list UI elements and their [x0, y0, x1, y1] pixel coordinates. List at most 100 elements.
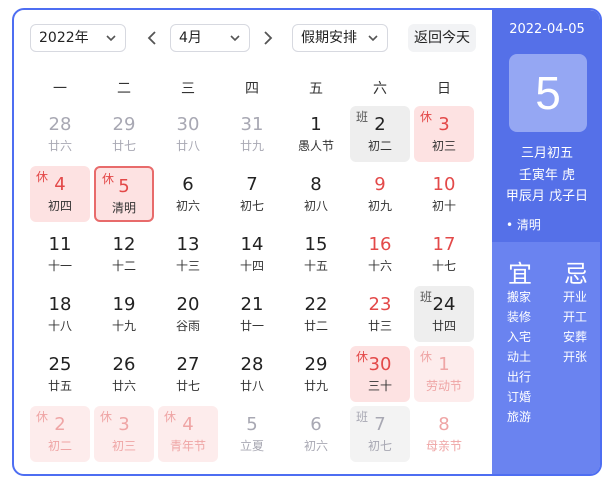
day-cell[interactable]: 14 十四 — [222, 226, 282, 282]
lunar-label: 初二 — [47, 439, 72, 453]
weekday-header: 一 二 三 四 五 六 日 — [30, 78, 482, 100]
day-cell[interactable]: 13 十三 — [158, 226, 218, 282]
day-cell[interactable]: 19 十九 — [94, 286, 154, 342]
lunar-label: 初七 — [367, 439, 392, 453]
day-cell[interactable]: 22 廿二 — [286, 286, 346, 342]
day-number: 2 — [374, 114, 386, 135]
day-number: 20 — [176, 294, 200, 315]
back-to-today-button[interactable]: 返回今天 — [408, 24, 476, 52]
day-cell[interactable]: 休 4 青年节 — [158, 406, 218, 462]
lunar-label: 青年节 — [169, 439, 206, 453]
day-cell[interactable]: 8 初八 — [286, 166, 346, 222]
weekday-label: 一 — [53, 81, 67, 97]
day-number: 30 — [176, 114, 200, 135]
yi-item: 搬家 — [507, 290, 532, 304]
holiday-select[interactable]: 假期安排 — [292, 24, 388, 52]
lunar-label: 十二 — [111, 259, 136, 273]
year-select[interactable]: 2022年 — [30, 24, 126, 52]
lunar-label: 廿一 — [239, 319, 264, 333]
day-cell[interactable]: 27 廿七 — [158, 346, 218, 402]
chevron-down-icon — [368, 35, 378, 42]
month-select-value: 4月 — [179, 30, 202, 46]
day-cell[interactable]: 休 5 清明 — [94, 166, 154, 222]
day-detail-panel: 2022-04-05 5 三月初五 壬寅年 虎 甲辰月 戊子日 • 清明 宜 忌… — [492, 10, 600, 474]
day-cell[interactable]: 6 初六 — [158, 166, 218, 222]
day-number: 8 — [438, 414, 450, 435]
day-number: 25 — [48, 354, 72, 375]
day-number: 3 — [118, 414, 130, 435]
day-cell[interactable]: 休 4 初四 — [30, 166, 90, 222]
day-cell[interactable]: 29 廿九 — [286, 346, 346, 402]
day-cell[interactable]: 18 十八 — [30, 286, 90, 342]
day-cell[interactable]: 28 廿六 — [30, 106, 90, 162]
lunar-label: 立夏 — [239, 439, 264, 453]
lunar-label: 初七 — [239, 199, 264, 213]
day-number: 6 — [182, 174, 194, 195]
day-number: 19 — [112, 294, 136, 315]
day-cell[interactable]: 16 十六 — [350, 226, 410, 282]
day-cell[interactable]: 11 十一 — [30, 226, 90, 282]
weekday-label: 二 — [117, 81, 131, 97]
yi-item: 入宅 — [507, 330, 532, 344]
day-number: 5 — [246, 414, 258, 435]
lunar-label: 廿九 — [239, 139, 264, 153]
day-cell[interactable]: 9 初九 — [350, 166, 410, 222]
day-cell[interactable]: 31 廿九 — [222, 106, 282, 162]
day-number: 1 — [438, 354, 450, 375]
ji-item: 开业 — [563, 290, 588, 304]
day-number: 21 — [240, 294, 264, 315]
day-number: 23 — [368, 294, 392, 315]
day-cell[interactable]: 10 初十 — [414, 166, 474, 222]
yi-item: 装修 — [507, 310, 532, 324]
day-cell[interactable]: 班 2 初二 — [350, 106, 410, 162]
day-cell[interactable]: 休 1 劳动节 — [414, 346, 474, 402]
day-cell[interactable]: 7 初七 — [222, 166, 282, 222]
day-cell[interactable]: 17 十七 — [414, 226, 474, 282]
day-number: 2 — [54, 414, 66, 435]
day-number: 29 — [304, 354, 328, 375]
day-cell[interactable]: 30 廿八 — [158, 106, 218, 162]
ji-title: 忌 — [564, 260, 588, 288]
day-number: 1 — [310, 114, 322, 135]
festival-label: • 清明 — [506, 218, 541, 232]
day-cell[interactable]: 班 7 初七 — [350, 406, 410, 462]
day-cell[interactable]: 23 廿三 — [350, 286, 410, 342]
year-ganzhi: 壬寅年 虎 — [518, 168, 576, 183]
lunar-label: 初三 — [431, 139, 456, 153]
day-cell[interactable]: 休 3 初三 — [94, 406, 154, 462]
day-cell[interactable]: 15 十五 — [286, 226, 346, 282]
yi-title: 宜 — [508, 260, 532, 288]
lunar-label: 初三 — [111, 439, 136, 453]
day-cell[interactable]: 28 廿八 — [222, 346, 282, 402]
day-cell[interactable]: 25 廿五 — [30, 346, 90, 402]
lunar-label: 十六 — [367, 259, 392, 273]
calendar-grid: 28 廿六 29 廿七 30 廿八 31 廿九 1 愚人节班 2 初二休 3 初三休 4 初四休 5 清明 6 初六 7… — [30, 106, 482, 466]
day-number: 4 — [182, 414, 194, 435]
day-cell[interactable]: 5 立夏 — [222, 406, 282, 462]
day-cell[interactable]: 休 30 三十 — [350, 346, 410, 402]
year-select-value: 2022年 — [39, 30, 89, 46]
lunar-label: 清明 — [111, 201, 136, 215]
day-cell[interactable]: 休 3 初三 — [414, 106, 474, 162]
lunar-label: 廿七 — [111, 139, 136, 153]
day-number: 15 — [304, 234, 328, 255]
day-cell[interactable]: 班 24 廿四 — [414, 286, 474, 342]
day-cell[interactable]: 20 谷雨 — [158, 286, 218, 342]
day-cell[interactable]: 12 十二 — [94, 226, 154, 282]
next-month-icon[interactable] — [258, 28, 278, 48]
day-cell[interactable]: 休 2 初二 — [30, 406, 90, 462]
lunar-label: 劳动节 — [425, 379, 462, 393]
day-number: 28 — [240, 354, 264, 375]
month-select[interactable]: 4月 — [170, 24, 250, 52]
day-cell[interactable]: 21 廿一 — [222, 286, 282, 342]
lunar-label: 廿三 — [367, 319, 392, 333]
day-cell[interactable]: 8 母亲节 — [414, 406, 474, 462]
yi-item: 出行 — [507, 370, 532, 384]
day-cell[interactable]: 26 廿六 — [94, 346, 154, 402]
day-cell[interactable]: 1 愚人节 — [286, 106, 346, 162]
prev-month-icon[interactable] — [142, 28, 162, 48]
day-cell[interactable]: 6 初六 — [286, 406, 346, 462]
lunar-label: 初六 — [175, 199, 200, 213]
lunar-label: 廿六 — [111, 379, 136, 393]
day-cell[interactable]: 29 廿七 — [94, 106, 154, 162]
